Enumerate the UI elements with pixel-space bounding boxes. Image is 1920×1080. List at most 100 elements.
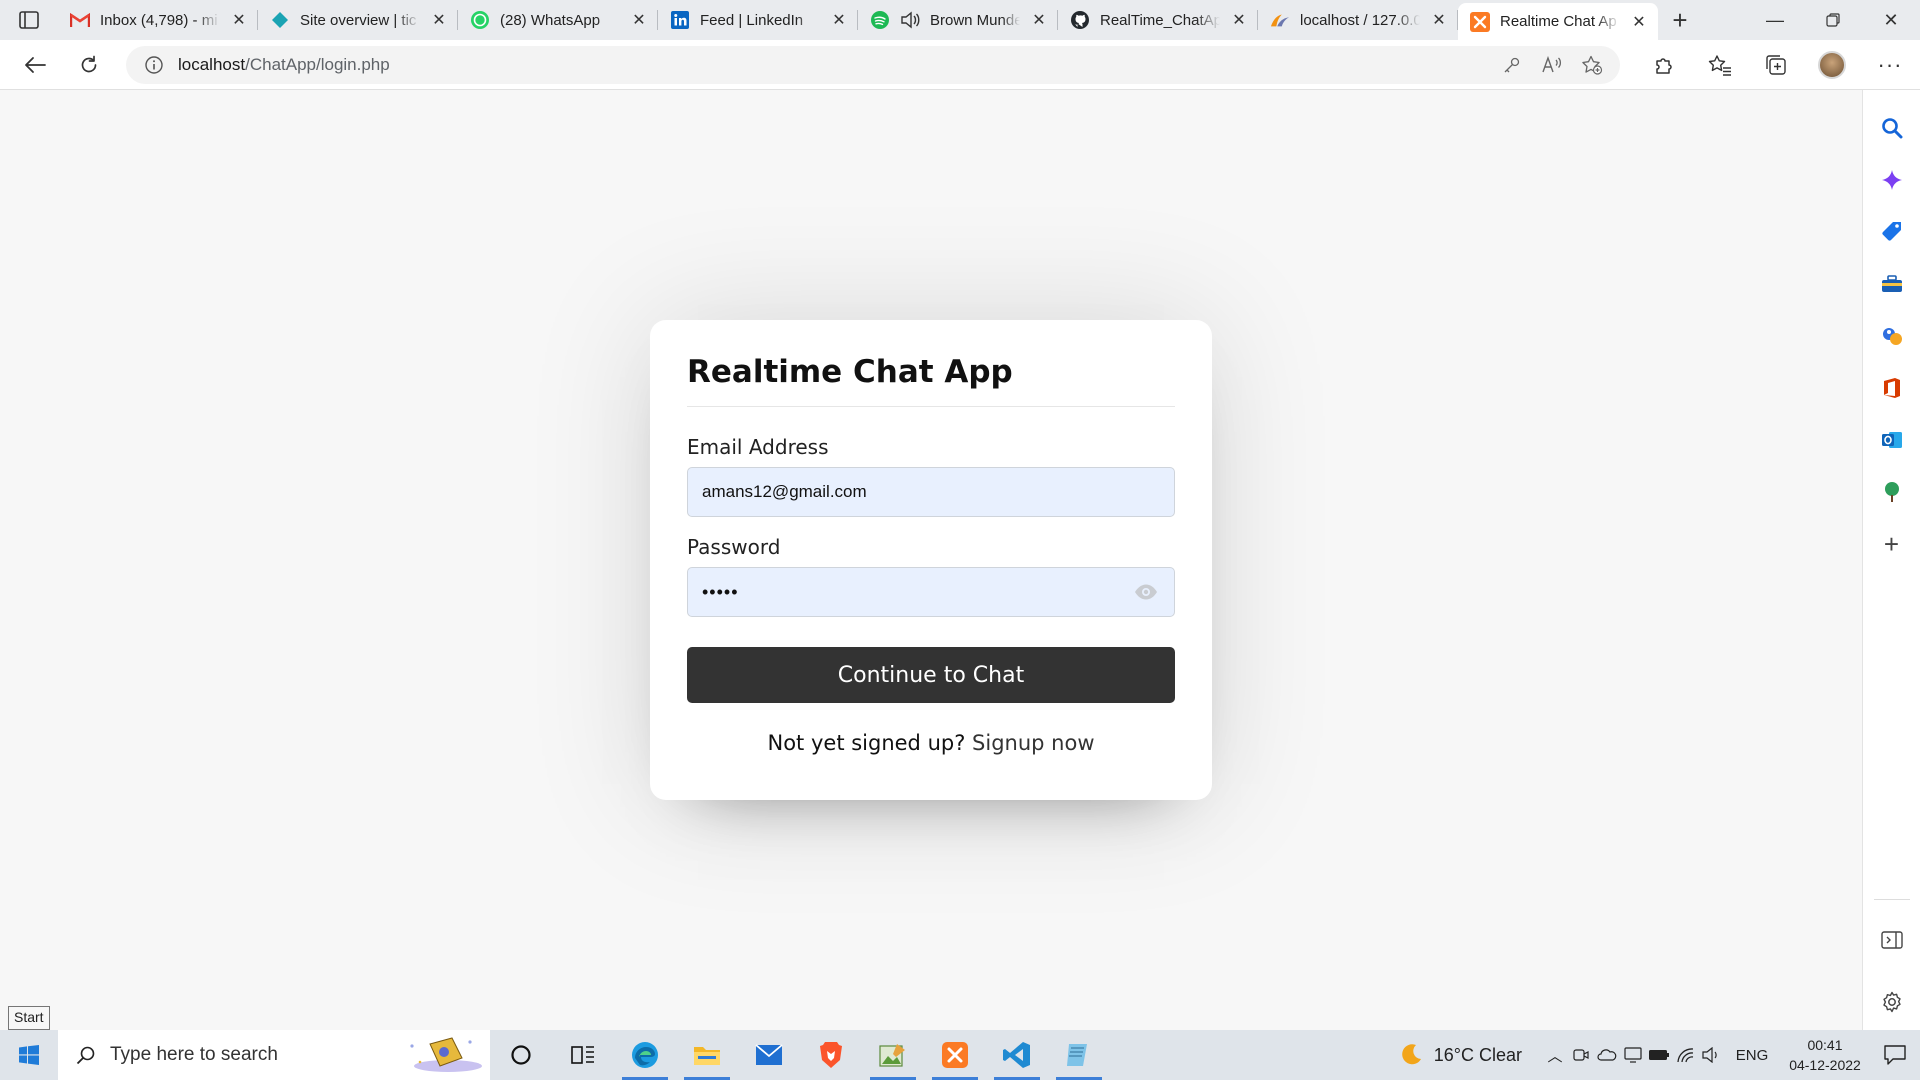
battery-icon[interactable] bbox=[1646, 1049, 1672, 1061]
plus-icon: + bbox=[1672, 4, 1688, 35]
display-icon[interactable] bbox=[1620, 1047, 1646, 1063]
show-hidden-icons-button[interactable]: ︿ bbox=[1542, 1045, 1568, 1066]
system-tray: 16°C Clear ︿ ENG 00:41 04-12-2022 bbox=[1384, 1030, 1920, 1080]
page-title: Realtime Chat App bbox=[687, 354, 1175, 407]
tab-spotify[interactable]: Brown Munde ✕ bbox=[858, 0, 1058, 40]
sidebar-games-button[interactable] bbox=[1874, 318, 1910, 354]
restore-button[interactable] bbox=[1804, 0, 1862, 40]
close-icon: ✕ bbox=[1883, 9, 1899, 30]
sidebar-tree-button[interactable] bbox=[1874, 474, 1910, 510]
close-window-button[interactable]: ✕ bbox=[1862, 0, 1920, 40]
tab-phpmyadmin[interactable]: localhost / 127.0.0 ✕ bbox=[1258, 0, 1458, 40]
close-tab-icon[interactable]: ✕ bbox=[630, 11, 648, 29]
taskbar-search[interactable]: Type here to search bbox=[58, 1030, 490, 1080]
diamond-icon bbox=[270, 10, 290, 30]
password-field[interactable]: ••••• bbox=[687, 567, 1175, 617]
sidebar-hide-button[interactable] bbox=[1874, 922, 1910, 958]
tab-title: Inbox (4,798) - mi bbox=[100, 11, 218, 29]
sidebar-divider bbox=[1873, 899, 1910, 900]
tab-actions-button[interactable] bbox=[0, 0, 58, 40]
collections-button[interactable] bbox=[1748, 45, 1804, 85]
taskbar-file-explorer[interactable] bbox=[676, 1030, 738, 1080]
address-bar[interactable]: localhost/ChatApp/login.php bbox=[126, 46, 1620, 84]
notifications-button[interactable] bbox=[1870, 1045, 1920, 1065]
volume-icon[interactable] bbox=[1698, 1047, 1724, 1063]
search-icon bbox=[1881, 118, 1902, 139]
url-host: localhost bbox=[178, 55, 246, 74]
key-icon[interactable] bbox=[1500, 53, 1524, 77]
taskbar-xampp[interactable] bbox=[924, 1030, 986, 1080]
email-value: amans12@gmail.com bbox=[702, 482, 867, 501]
taskbar-notepad[interactable] bbox=[1048, 1030, 1110, 1080]
close-tab-icon[interactable]: ✕ bbox=[830, 11, 848, 29]
favorites-button[interactable] bbox=[1692, 45, 1748, 85]
taskbar-mail[interactable] bbox=[738, 1030, 800, 1080]
minimize-button[interactable]: — bbox=[1746, 0, 1804, 40]
continue-to-chat-button[interactable]: Continue to Chat bbox=[687, 647, 1175, 703]
tab-github[interactable]: RealTime_ChatAp ✕ bbox=[1058, 0, 1258, 40]
close-tab-icon[interactable]: ✕ bbox=[1430, 11, 1448, 29]
close-tab-icon[interactable]: ✕ bbox=[1030, 11, 1048, 29]
profile-button[interactable] bbox=[1804, 45, 1860, 85]
moon-icon bbox=[1401, 1044, 1421, 1065]
whatsapp-icon bbox=[470, 10, 490, 30]
email-label: Email Address bbox=[687, 435, 829, 459]
cortana-button[interactable] bbox=[490, 1030, 552, 1080]
search-icon bbox=[76, 1046, 95, 1065]
sidebar-settings-button[interactable] bbox=[1874, 984, 1910, 1020]
vscode-icon bbox=[1003, 1042, 1030, 1068]
task-view-button[interactable] bbox=[552, 1030, 614, 1080]
new-tab-button[interactable]: + bbox=[1658, 0, 1702, 40]
info-icon[interactable] bbox=[144, 55, 164, 75]
tab-site-overview[interactable]: Site overview | tic ✕ bbox=[258, 0, 458, 40]
wifi-icon[interactable] bbox=[1672, 1047, 1698, 1063]
tab-title: Brown Munde bbox=[930, 11, 1020, 29]
tab-strip: Inbox (4,798) - mi ✕ Site overview | tic… bbox=[0, 0, 1920, 40]
close-tab-icon[interactable]: ✕ bbox=[430, 11, 448, 29]
sidebar-tools-button[interactable] bbox=[1874, 266, 1910, 302]
read-aloud-icon[interactable] bbox=[1540, 53, 1564, 77]
tab-linkedin[interactable]: Feed | LinkedIn ✕ bbox=[658, 0, 858, 40]
taskbar-edge[interactable] bbox=[614, 1030, 676, 1080]
taskbar-brave[interactable] bbox=[800, 1030, 862, 1080]
close-tab-icon[interactable]: ✕ bbox=[1230, 11, 1248, 29]
taskbar-vscode[interactable] bbox=[986, 1030, 1048, 1080]
weather-widget[interactable]: 16°C Clear bbox=[1384, 1042, 1542, 1068]
sidebar-shopping-button[interactable] bbox=[1874, 214, 1910, 250]
start-button[interactable] bbox=[0, 1030, 58, 1080]
email-field[interactable]: amans12@gmail.com bbox=[687, 467, 1175, 517]
close-tab-icon[interactable]: ✕ bbox=[230, 11, 248, 29]
tab-title: Realtime Chat Ap bbox=[1500, 13, 1617, 30]
onedrive-icon[interactable] bbox=[1594, 1048, 1620, 1062]
phpmyadmin-icon bbox=[1270, 10, 1290, 30]
language-indicator[interactable]: ENG bbox=[1724, 1047, 1780, 1064]
avatar bbox=[1818, 51, 1846, 79]
search-highlight-illustration bbox=[410, 1037, 482, 1072]
refresh-button[interactable] bbox=[66, 45, 112, 85]
meet-now-icon[interactable] bbox=[1568, 1048, 1594, 1062]
eye-icon[interactable] bbox=[1134, 583, 1158, 601]
search-placeholder: Type here to search bbox=[110, 1044, 278, 1065]
sidebar-add-button[interactable]: + bbox=[1874, 526, 1910, 562]
tab-realtime-chat-app[interactable]: Realtime Chat Ap ✕ bbox=[1458, 3, 1658, 40]
extensions-button[interactable] bbox=[1636, 45, 1692, 85]
sidebar-search-button[interactable] bbox=[1874, 110, 1910, 146]
taskbar-paint[interactable] bbox=[862, 1030, 924, 1080]
signup-link[interactable]: Signup now bbox=[972, 731, 1094, 755]
login-card: Realtime Chat App Email Address amans12@… bbox=[650, 320, 1212, 800]
add-favorite-icon[interactable] bbox=[1580, 53, 1604, 77]
clock[interactable]: 00:41 04-12-2022 bbox=[1780, 1035, 1870, 1075]
clock-date: 04-12-2022 bbox=[1789, 1057, 1861, 1073]
back-button[interactable] bbox=[12, 45, 58, 85]
sidebar-outlook-button[interactable] bbox=[1874, 422, 1910, 458]
tab-whatsapp[interactable]: (28) WhatsApp ✕ bbox=[458, 0, 658, 40]
settings-menu-button[interactable]: ··· bbox=[1860, 45, 1920, 85]
tab-gmail[interactable]: Inbox (4,798) - mi ✕ bbox=[58, 0, 258, 40]
close-tab-icon[interactable]: ✕ bbox=[1630, 13, 1648, 31]
sidebar-discover-button[interactable] bbox=[1874, 162, 1910, 198]
sidebar-office-button[interactable] bbox=[1874, 370, 1910, 406]
speaker-icon[interactable] bbox=[900, 10, 920, 30]
password-label: Password bbox=[687, 535, 781, 559]
window-controls: — ✕ bbox=[1746, 0, 1920, 40]
sparkle-icon bbox=[1881, 170, 1902, 190]
